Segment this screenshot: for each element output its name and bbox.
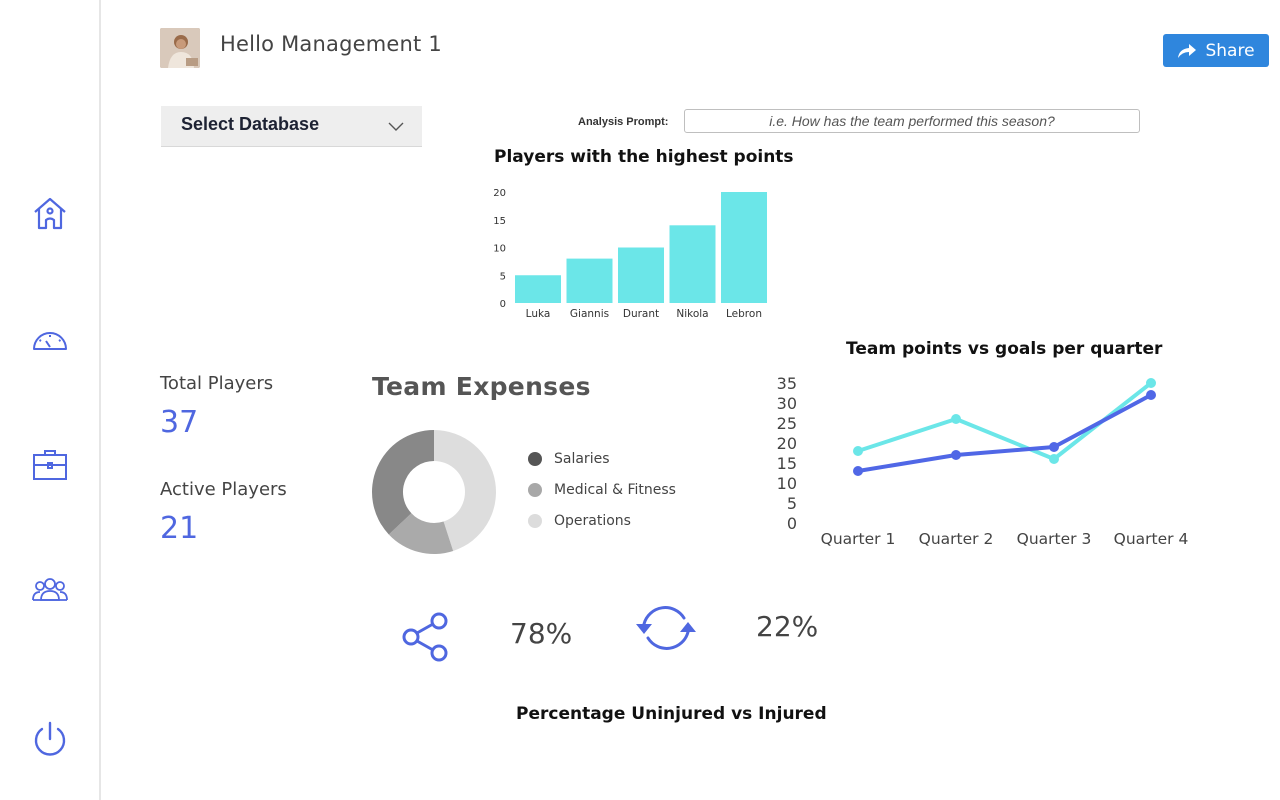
refresh-icon[interactable]	[634, 602, 698, 654]
y-tick-label: 35	[777, 374, 797, 393]
select-database-dropdown[interactable]: Select Database	[161, 106, 422, 147]
bar-lebron	[721, 192, 767, 303]
share-button[interactable]: Share	[1163, 34, 1269, 67]
y-tick-label: 0	[500, 299, 506, 310]
series-point	[951, 414, 961, 424]
series-point	[951, 450, 961, 460]
briefcase-icon[interactable]	[30, 444, 70, 484]
expenses-donut-chart	[372, 430, 496, 554]
legend-item-operations: Operations	[528, 513, 631, 529]
uninjured-percentage: 78%	[510, 617, 573, 650]
bar-giannis	[566, 258, 613, 303]
active-players-label: Active Players	[160, 479, 287, 500]
series-point	[1146, 378, 1156, 388]
injured-percentage: 22%	[756, 610, 819, 643]
y-tick-label: 5	[787, 494, 797, 513]
series-point	[853, 446, 863, 456]
line-chart: 05101520253035 Quarter 1 Quarter 2 Quarter …	[777, 374, 1189, 548]
x-tick-label: Quarter 4	[1114, 530, 1189, 548]
share-arrow-icon	[1178, 43, 1197, 58]
bar-nikola	[669, 225, 716, 303]
x-tick-label: Lebron	[726, 308, 762, 320]
y-tick-label: 10	[777, 474, 797, 493]
y-tick-label: 20	[493, 188, 506, 199]
home-icon[interactable]	[30, 194, 70, 234]
y-tick-label: 0	[787, 514, 797, 533]
bar-chart: 0 5 10 15 20 Luka Giannis Durant Nikola Lebron	[493, 188, 767, 320]
share-label: Share	[1205, 40, 1255, 61]
power-icon[interactable]	[30, 719, 70, 759]
bar-luka	[515, 275, 561, 303]
greeting-title: Hello Management 1	[220, 32, 442, 56]
sidebar	[0, 0, 101, 800]
legend-label: Medical & Fitness	[554, 482, 676, 498]
x-tick-label: Quarter 1	[821, 530, 896, 548]
series-point	[1146, 390, 1156, 400]
y-tick-label: 10	[493, 244, 506, 255]
analysis-prompt-input[interactable]	[684, 109, 1140, 133]
select-database-label: Select Database	[181, 114, 320, 134]
analysis-prompt-label: Analysis Prompt:	[578, 116, 669, 128]
line-chart-title: Team points vs goals per quarter	[846, 339, 1163, 359]
series-line-2	[857, 393, 1152, 473]
share-network-icon[interactable]	[400, 611, 450, 663]
y-tick-label: 30	[777, 394, 797, 413]
legend-dot	[528, 452, 542, 466]
y-tick-label: 20	[777, 434, 797, 453]
y-tick-label: 15	[493, 216, 506, 227]
total-players-label: Total Players	[160, 373, 274, 394]
legend-dot	[528, 514, 542, 528]
legend-label: Salaries	[554, 451, 610, 467]
series-point	[1049, 442, 1059, 452]
x-tick-label: Nikola	[676, 308, 708, 320]
active-players-value: 21	[160, 511, 199, 546]
legend-item-medical: Medical & Fitness	[528, 482, 676, 498]
y-tick-label: 5	[500, 271, 506, 282]
y-tick-label: 15	[777, 454, 797, 473]
x-tick-label: Giannis	[570, 308, 609, 320]
dashboard-gauge-icon[interactable]	[30, 320, 70, 360]
users-icon[interactable]	[30, 570, 70, 610]
donut-slice-salaries	[372, 430, 434, 535]
expenses-title: Team Expenses	[372, 372, 591, 401]
x-tick-label: Durant	[623, 308, 659, 320]
injury-chart-title: Percentage Uninjured vs Injured	[516, 704, 827, 724]
legend-item-salaries: Salaries	[528, 451, 610, 467]
x-tick-label: Quarter 3	[1017, 530, 1092, 548]
legend-dot	[528, 483, 542, 497]
series-point	[853, 466, 863, 476]
bar-chart-title: Players with the highest points	[494, 147, 794, 167]
chevron-down-icon	[388, 122, 404, 131]
y-tick-label: 25	[777, 414, 797, 433]
series-line-1	[857, 381, 1153, 461]
series-point	[1049, 454, 1059, 464]
legend-label: Operations	[554, 513, 631, 529]
x-tick-label: Quarter 2	[919, 530, 994, 548]
avatar[interactable]	[160, 28, 200, 68]
x-tick-label: Luka	[526, 308, 551, 320]
total-players-value: 37	[160, 405, 199, 440]
bar-durant	[618, 247, 664, 303]
